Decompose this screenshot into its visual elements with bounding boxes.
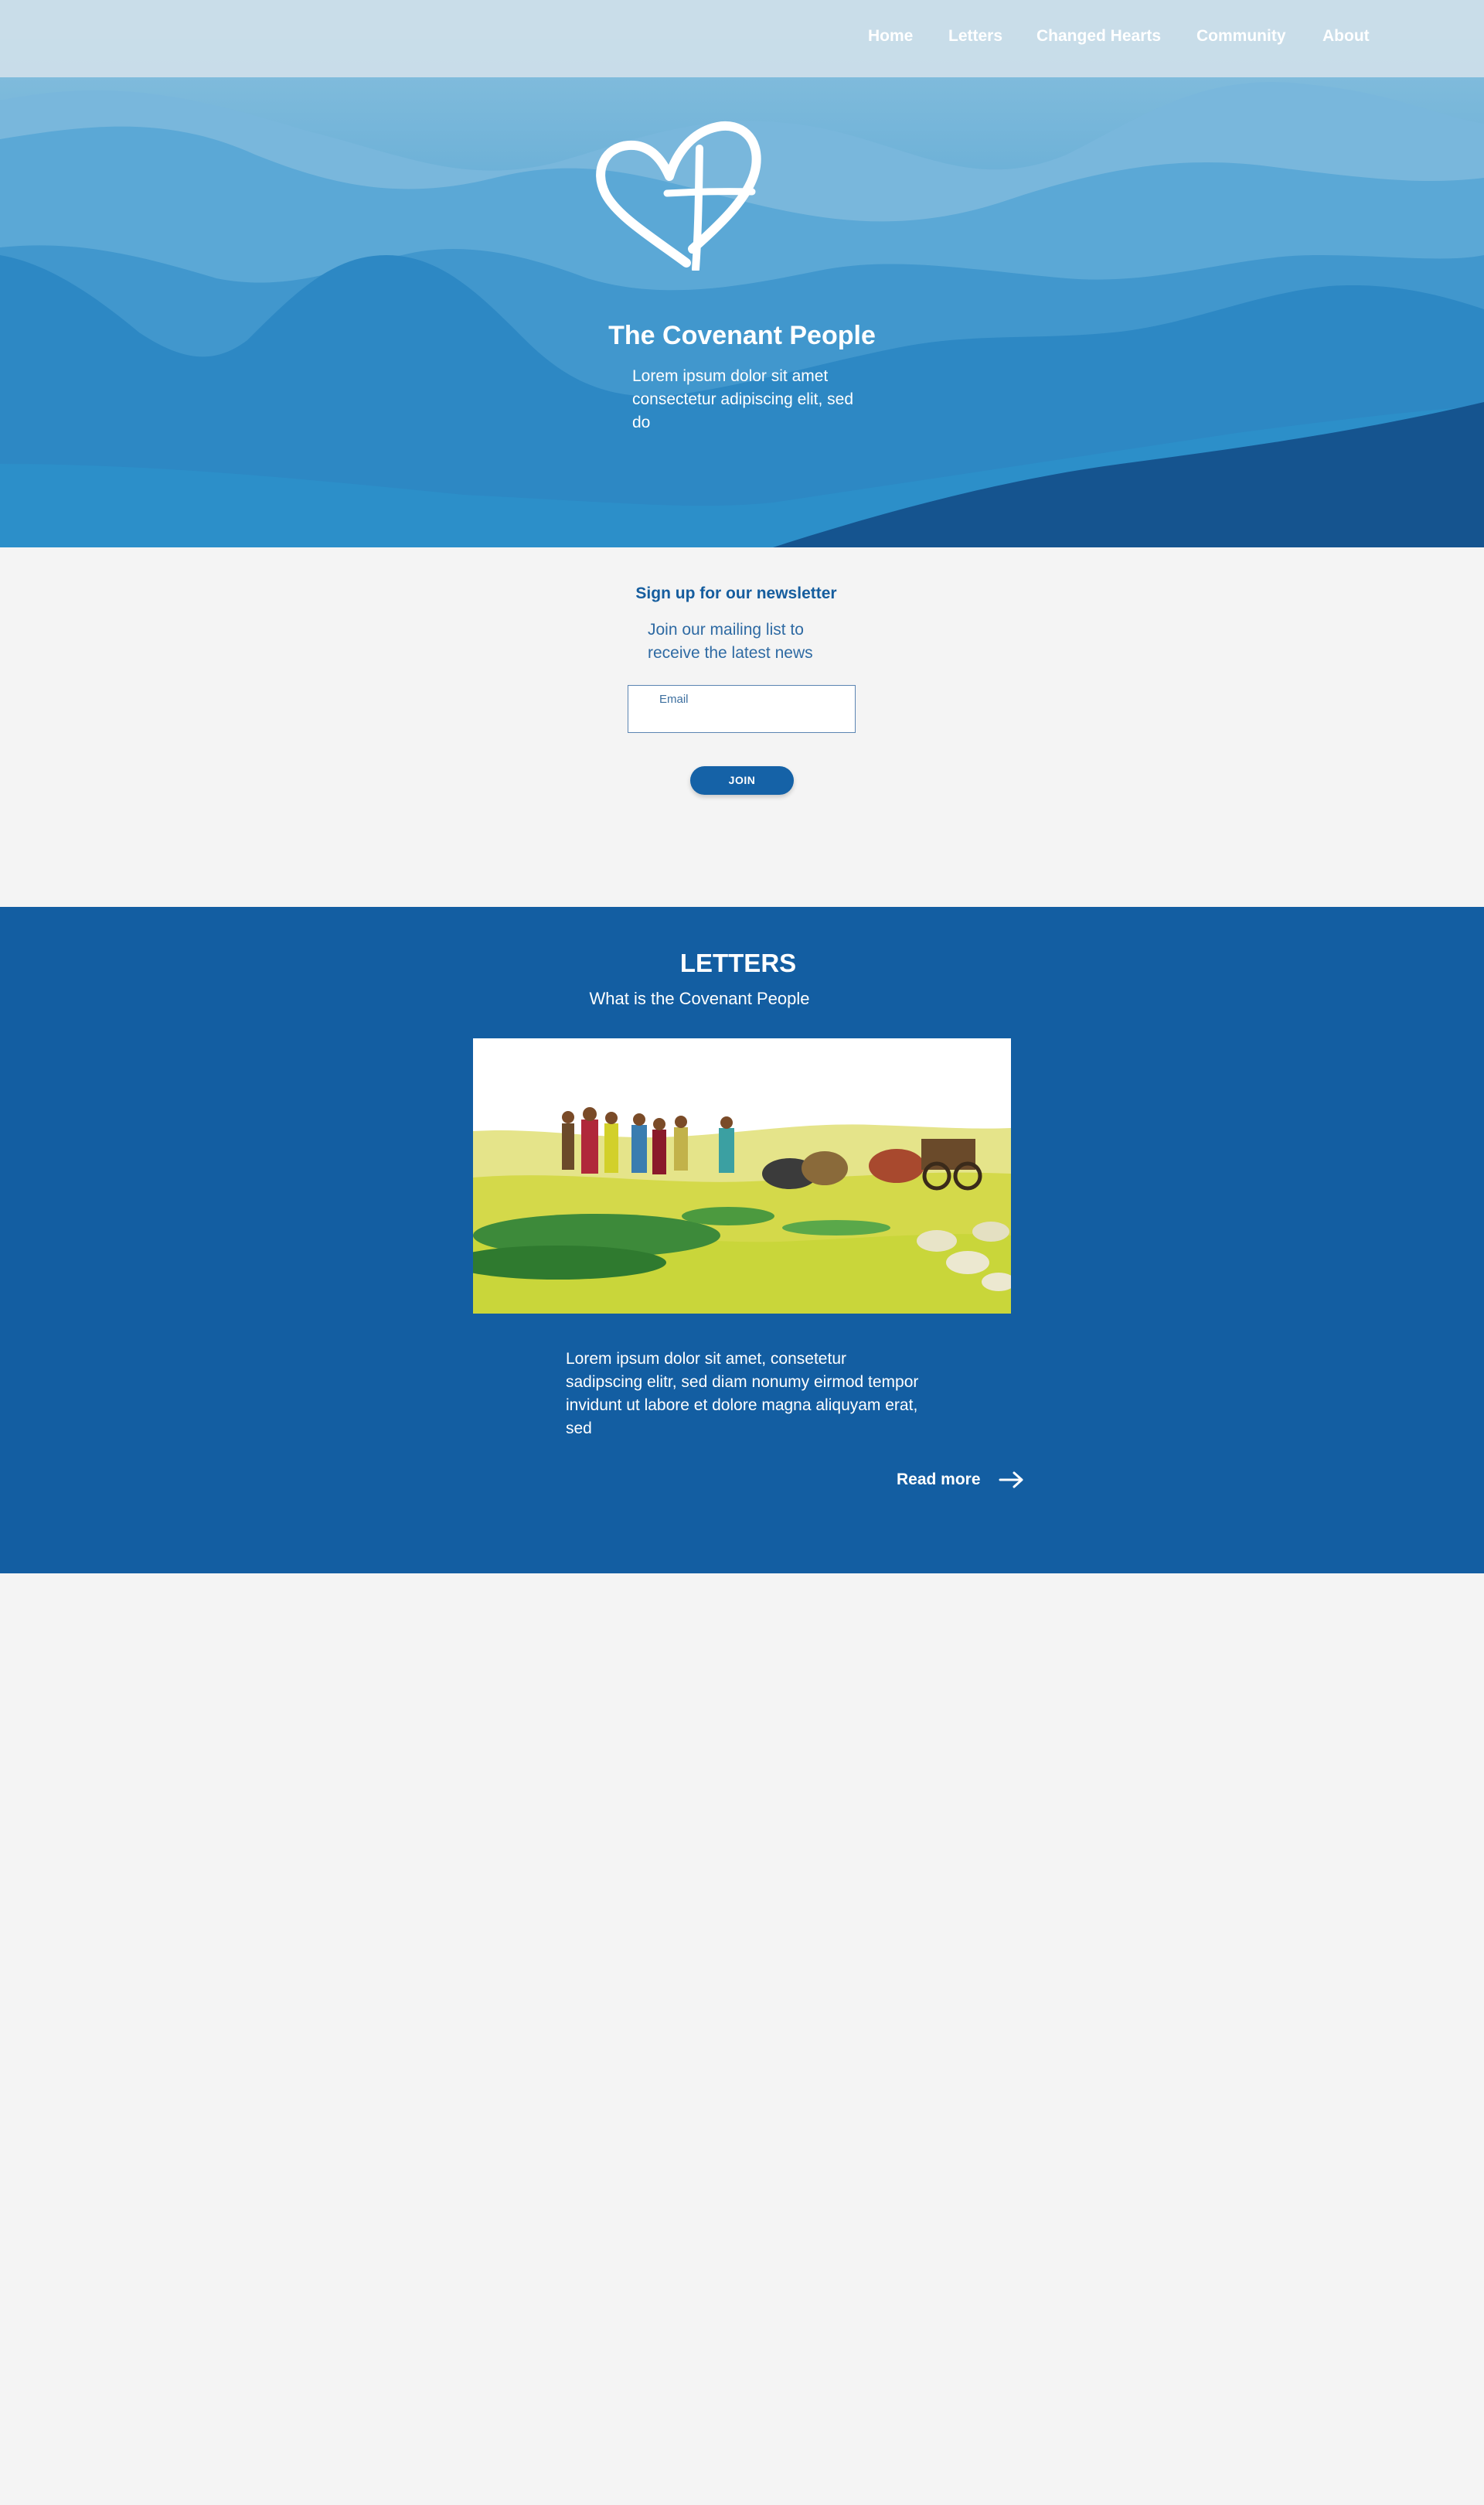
hero-section: The Covenant People Lorem ipsum dolor si… xyxy=(0,0,1484,547)
hero-title: The Covenant People xyxy=(608,321,876,350)
newsletter-subtitle: Join our mailing list to receive the lat… xyxy=(648,621,813,662)
read-more-link[interactable]: Read more xyxy=(897,1467,981,1493)
heart-cross-icon xyxy=(596,121,761,271)
mountain-background xyxy=(0,82,1484,547)
nav-about-link[interactable]: About xyxy=(1322,25,1370,48)
email-field-label: Email xyxy=(659,693,689,706)
hero-subtitle: Lorem ipsum dolor sit amet consectetur a… xyxy=(632,367,853,431)
top-navigation: Home Letters Changed Hearts Community Ab… xyxy=(0,0,1484,77)
letter-excerpt: Lorem ipsum dolor sit amet, consetetur s… xyxy=(566,1350,919,1437)
letters-title: LETTERS xyxy=(679,949,797,977)
arrow-right-icon[interactable] xyxy=(999,1471,1025,1489)
newsletter-section: Sign up for our newsletter Join our mail… xyxy=(0,547,1484,907)
letters-subtitle: What is the Covenant People xyxy=(589,989,810,1008)
nav-community-link[interactable]: Community xyxy=(1196,25,1286,48)
nav-letters-link[interactable]: Letters xyxy=(948,25,1002,48)
nav-home-link[interactable]: Home xyxy=(868,25,913,48)
join-button[interactable]: JOIN xyxy=(690,766,794,795)
caravan-illustration[interactable] xyxy=(473,1038,1011,1314)
newsletter-title: Sign up for our newsletter xyxy=(635,584,837,602)
nav-changed-hearts-link[interactable]: Changed Hearts xyxy=(1036,25,1161,48)
email-field[interactable]: Email xyxy=(628,685,856,733)
letters-section: LETTERS What is the Covenant People Lore… xyxy=(0,907,1484,1573)
